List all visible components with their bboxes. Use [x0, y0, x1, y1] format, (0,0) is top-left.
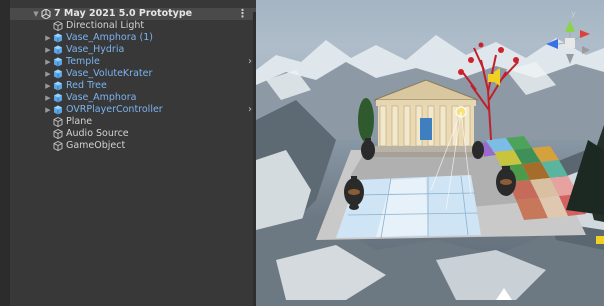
- gameobject-icon: [52, 20, 64, 32]
- hierarchy-item[interactable]: ▶ OVRPlayerController ›: [10, 104, 256, 116]
- prefab-icon: [52, 80, 64, 92]
- expand-arrow-icon[interactable]: ▶: [44, 44, 52, 56]
- expand-arrow-icon[interactable]: ▶: [44, 68, 52, 80]
- hierarchy-item[interactable]: Audio Source: [10, 128, 256, 140]
- hierarchy-item[interactable]: ▶ Vase_Amphora (1): [10, 32, 256, 44]
- hierarchy-item-label: OVRPlayerController: [66, 104, 163, 115]
- orientation-gizmo[interactable]: y: [540, 8, 600, 68]
- gizmo-neg-x-icon[interactable]: [582, 46, 590, 54]
- hierarchy-item[interactable]: ▶ Temple ›: [10, 56, 256, 68]
- prefab-icon: [52, 92, 64, 104]
- gameobject-icon: [52, 128, 64, 140]
- expand-arrow-icon[interactable]: ▼: [32, 8, 40, 20]
- gizmo-z-axis-icon[interactable]: [546, 39, 558, 49]
- hierarchy-item-label: Vase_Amphora: [66, 92, 137, 103]
- hierarchy-gutter: [0, 0, 10, 306]
- gameobject-icon: [52, 140, 64, 152]
- gizmo-y-axis-icon[interactable]: [565, 20, 575, 32]
- prefab-icon: [52, 56, 64, 68]
- prefab-icon: [52, 44, 64, 56]
- gameobject-icon: [52, 116, 64, 128]
- scene-root-row[interactable]: ▼ 7 May 2021 5.0 Prototype ⋮: [10, 8, 256, 20]
- hierarchy-item-label: Vase_Hydria: [66, 44, 125, 55]
- hierarchy-item[interactable]: Directional Light: [10, 20, 256, 32]
- gizmo-x-axis-icon[interactable]: [580, 30, 590, 38]
- hierarchy-item[interactable]: ▶ Vase_VoluteKrater: [10, 68, 256, 80]
- prefab-icon: [52, 104, 64, 116]
- gizmo-y-label: y: [571, 9, 576, 18]
- scene-title: 7 May 2021 5.0 Prototype: [54, 8, 193, 19]
- hierarchy-item-label: GameObject: [66, 140, 126, 151]
- hierarchy-item-label: Temple: [66, 56, 100, 67]
- chevron-right-icon[interactable]: ›: [248, 56, 252, 68]
- gizmo-neg-y-icon[interactable]: [566, 54, 574, 64]
- expand-arrow-icon[interactable]: ▶: [44, 32, 52, 44]
- hierarchy-item-label: Vase_Amphora (1): [66, 32, 153, 43]
- gizmo-center-cube-icon[interactable]: [565, 38, 575, 48]
- expand-arrow-icon[interactable]: ▶: [44, 92, 52, 104]
- scene-menu-icon[interactable]: ⋮: [237, 8, 248, 20]
- hierarchy-item[interactable]: ▶ Red Tree: [10, 80, 256, 92]
- hierarchy-item-label: Vase_VoluteKrater: [66, 68, 153, 79]
- unity-scene-icon: [40, 8, 52, 20]
- hierarchy-item-label: Red Tree: [66, 80, 107, 91]
- expand-arrow-icon[interactable]: ▶: [44, 56, 52, 68]
- hierarchy-item-label: Audio Source: [66, 128, 129, 139]
- hierarchy-item[interactable]: GameObject: [10, 140, 256, 152]
- hierarchy-item[interactable]: ▶ Vase_Hydria: [10, 44, 256, 56]
- expand-arrow-icon[interactable]: ▶: [44, 80, 52, 92]
- hierarchy-item[interactable]: ▶ Vase_Amphora: [10, 92, 256, 104]
- scene-view[interactable]: y: [256, 0, 604, 306]
- hierarchy-item-label: Plane: [66, 116, 93, 127]
- prefab-icon: [52, 68, 64, 80]
- hierarchy-item-label: Directional Light: [66, 20, 145, 31]
- hierarchy-panel: ▼ 7 May 2021 5.0 Prototype ⋮ Directional…: [0, 0, 256, 306]
- prefab-icon: [52, 32, 64, 44]
- expand-arrow-icon[interactable]: ▶: [44, 104, 52, 116]
- hierarchy-item[interactable]: Plane: [10, 116, 256, 128]
- chevron-right-icon[interactable]: ›: [248, 104, 252, 116]
